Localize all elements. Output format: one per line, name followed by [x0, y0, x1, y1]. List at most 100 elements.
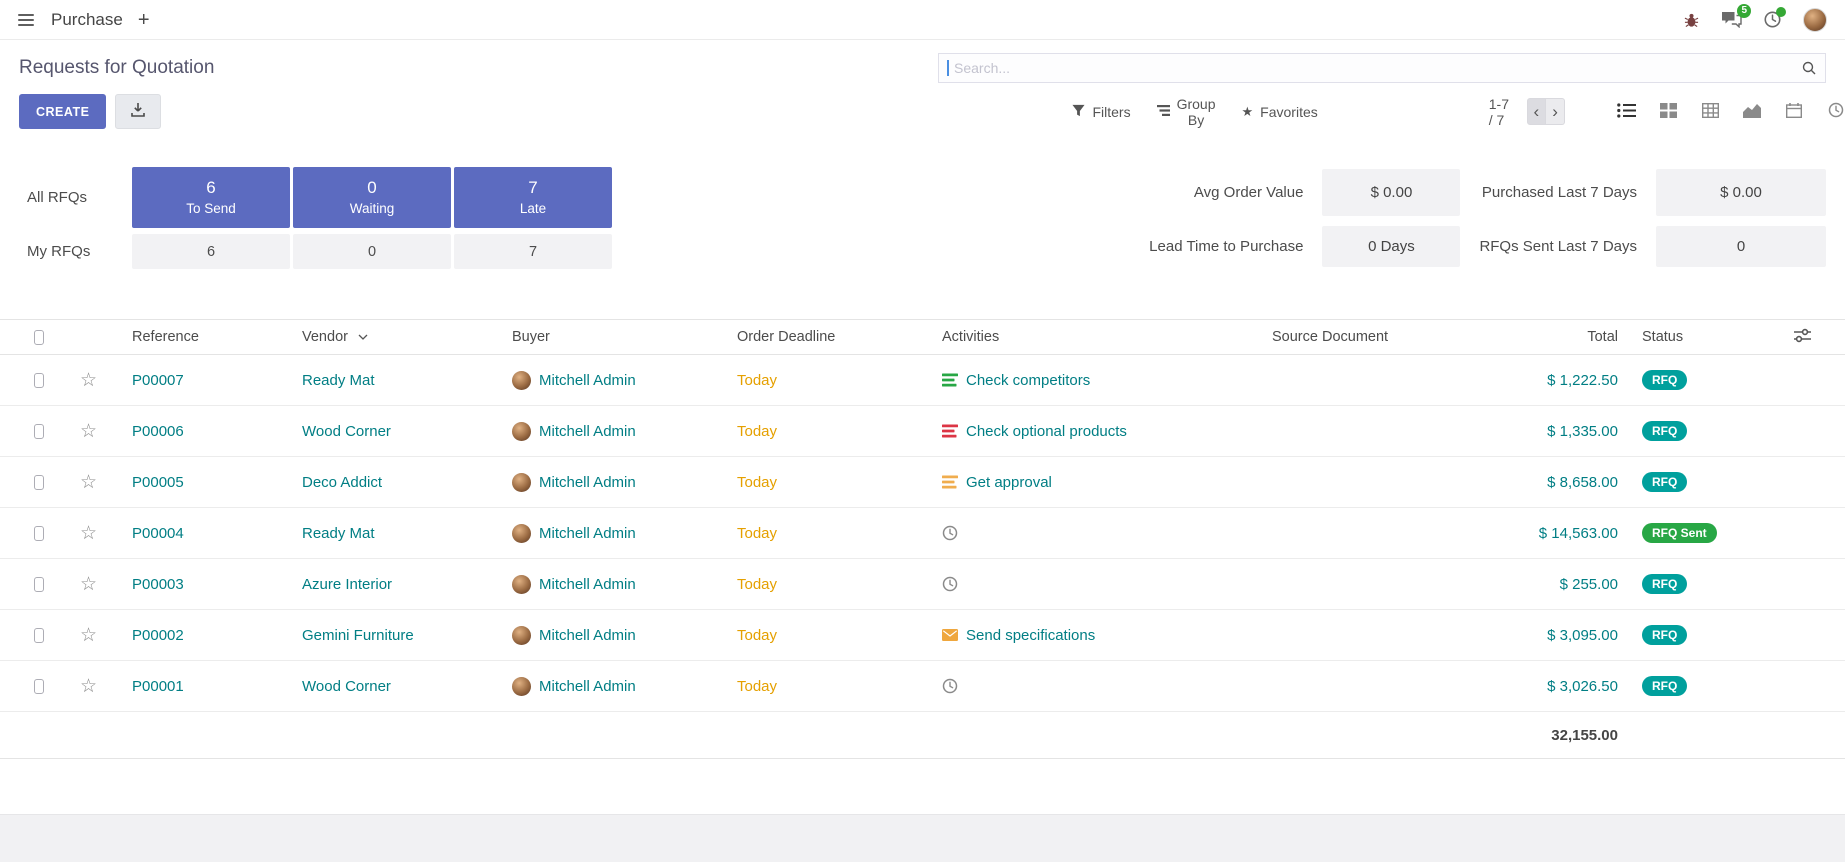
row-checkbox[interactable] [0, 628, 56, 643]
tile-to-send[interactable]: 6 To Send [132, 167, 290, 228]
kanban-view-button[interactable] [1647, 97, 1689, 127]
vendor-cell[interactable]: Deco Addict [290, 474, 500, 491]
reference-cell[interactable]: P00006 [120, 423, 290, 440]
favorite-star-icon[interactable]: ☆ [80, 473, 97, 492]
reference-cell[interactable]: P00007 [120, 372, 290, 389]
vendor-cell[interactable]: Azure Interior [290, 576, 500, 593]
search-input[interactable] [938, 53, 1826, 83]
activity-envelope-icon[interactable] [942, 629, 958, 641]
buyer-cell[interactable]: Mitchell Admin [500, 677, 725, 696]
column-header-activities[interactable]: Activities [930, 329, 1260, 345]
download-button[interactable] [115, 94, 161, 129]
row-checkbox[interactable] [0, 373, 56, 388]
filters-button[interactable]: Filters [1059, 98, 1143, 126]
vendor-cell[interactable]: Wood Corner [290, 423, 500, 440]
buyer-cell[interactable]: Mitchell Admin [500, 473, 725, 492]
select-all-checkbox[interactable] [34, 330, 44, 345]
table-row[interactable]: ☆P00005Deco AddictMitchell AdminTodayGet… [0, 457, 1845, 508]
messages-icon[interactable]: 5 [1721, 11, 1742, 28]
optional-columns-icon[interactable] [1794, 328, 1811, 347]
table-row[interactable]: ☆P00002Gemini FurnitureMitchell AdminTod… [0, 610, 1845, 661]
debug-bug-icon[interactable] [1684, 12, 1699, 28]
column-header-source-document[interactable]: Source Document [1260, 329, 1490, 345]
all-rfqs-label[interactable]: All RFQs [19, 189, 129, 206]
reference-cell[interactable]: P00004 [120, 525, 290, 542]
vendor-cell[interactable]: Ready Mat [290, 372, 500, 389]
row-checkbox[interactable] [0, 679, 56, 694]
table-row[interactable]: ☆P00001Wood CornerMitchell AdminToday$ 3… [0, 661, 1845, 712]
table-row[interactable]: ☆P00006Wood CornerMitchell AdminTodayChe… [0, 406, 1845, 457]
activities-icon[interactable] [1764, 11, 1781, 28]
page-title: Requests for Quotation [19, 57, 214, 79]
activity-cell[interactable]: Check optional products [930, 423, 1260, 440]
activity-cell[interactable] [930, 576, 1260, 592]
buyer-cell[interactable]: Mitchell Admin [500, 626, 725, 645]
app-name[interactable]: Purchase [51, 10, 123, 30]
vendor-cell[interactable]: Gemini Furniture [290, 627, 500, 644]
buyer-cell[interactable]: Mitchell Admin [500, 524, 725, 543]
reference-cell[interactable]: P00002 [120, 627, 290, 644]
tile-waiting[interactable]: 0 Waiting [293, 167, 451, 228]
status-cell: RFQ Sent [1630, 523, 1760, 543]
row-checkbox[interactable] [0, 475, 56, 490]
activity-clock-icon[interactable] [942, 576, 958, 592]
activity-tasks-green-icon[interactable] [942, 373, 958, 387]
search-icon[interactable] [1801, 60, 1817, 80]
pager-previous-button[interactable]: ‹ [1527, 98, 1546, 125]
pager-next-button[interactable]: › [1546, 98, 1565, 125]
activity-cell[interactable]: Check competitors [930, 372, 1260, 389]
favorites-button[interactable]: ★ Favorites [1229, 98, 1331, 126]
list-view-button[interactable] [1605, 97, 1647, 127]
favorite-star-icon[interactable]: ☆ [80, 575, 97, 594]
group-by-button[interactable]: Group By [1144, 90, 1229, 134]
table-row[interactable]: ☆P00003Azure InteriorMitchell AdminToday… [0, 559, 1845, 610]
column-header-total[interactable]: Total [1490, 329, 1630, 345]
activity-tasks-red-icon[interactable] [942, 424, 958, 438]
column-header-status[interactable]: Status [1630, 329, 1760, 345]
new-tab-icon[interactable]: + [138, 10, 150, 30]
activity-cell[interactable] [930, 678, 1260, 694]
buyer-cell[interactable]: Mitchell Admin [500, 575, 725, 594]
my-rfqs-label[interactable]: My RFQs [19, 243, 129, 260]
favorite-star-icon[interactable]: ☆ [80, 422, 97, 441]
table-row[interactable]: ☆P00007Ready MatMitchell AdminTodayCheck… [0, 355, 1845, 406]
pivot-view-button[interactable] [1689, 97, 1731, 127]
column-header-order-deadline[interactable]: Order Deadline [725, 329, 930, 345]
activity-tasks-yellow-icon[interactable] [942, 475, 958, 489]
apps-menu-icon[interactable] [16, 10, 36, 30]
vendor-cell[interactable]: Wood Corner [290, 678, 500, 695]
activity-cell[interactable] [930, 525, 1260, 541]
calendar-view-button[interactable] [1773, 97, 1815, 127]
my-to-send-count[interactable]: 6 [132, 234, 290, 269]
my-waiting-count[interactable]: 0 [293, 234, 451, 269]
favorite-star-icon[interactable]: ☆ [80, 371, 97, 390]
reference-cell[interactable]: P00003 [120, 576, 290, 593]
activity-view-button[interactable] [1815, 97, 1845, 127]
table-row[interactable]: ☆P00004Ready MatMitchell AdminToday$ 14,… [0, 508, 1845, 559]
favorite-star-icon[interactable]: ☆ [80, 524, 97, 543]
reference-cell[interactable]: P00001 [120, 678, 290, 695]
user-avatar[interactable] [1803, 8, 1827, 32]
favorite-star-icon[interactable]: ☆ [80, 626, 97, 645]
my-late-count[interactable]: 7 [454, 234, 612, 269]
activity-clock-icon[interactable] [942, 525, 958, 541]
buyer-cell[interactable]: Mitchell Admin [500, 371, 725, 390]
vendor-cell[interactable]: Ready Mat [290, 525, 500, 542]
create-button[interactable]: CREATE [19, 94, 106, 129]
column-header-buyer[interactable]: Buyer [500, 329, 725, 345]
tile-late[interactable]: 7 Late [454, 167, 612, 228]
column-header-vendor[interactable]: Vendor [290, 329, 500, 345]
reference-cell[interactable]: P00005 [120, 474, 290, 491]
buyer-cell[interactable]: Mitchell Admin [500, 422, 725, 441]
favorite-star-icon[interactable]: ☆ [80, 677, 97, 696]
kpi-lead-time-label: Lead Time to Purchase [1149, 238, 1303, 255]
activity-cell[interactable]: Send specifications [930, 627, 1260, 644]
graph-view-button[interactable] [1731, 97, 1773, 127]
column-header-reference[interactable]: Reference [120, 329, 290, 345]
row-checkbox[interactable] [0, 577, 56, 592]
activity-clock-icon[interactable] [942, 678, 958, 694]
buyer-avatar [512, 575, 531, 594]
row-checkbox[interactable] [0, 526, 56, 541]
row-checkbox[interactable] [0, 424, 56, 439]
activity-cell[interactable]: Get approval [930, 474, 1260, 491]
